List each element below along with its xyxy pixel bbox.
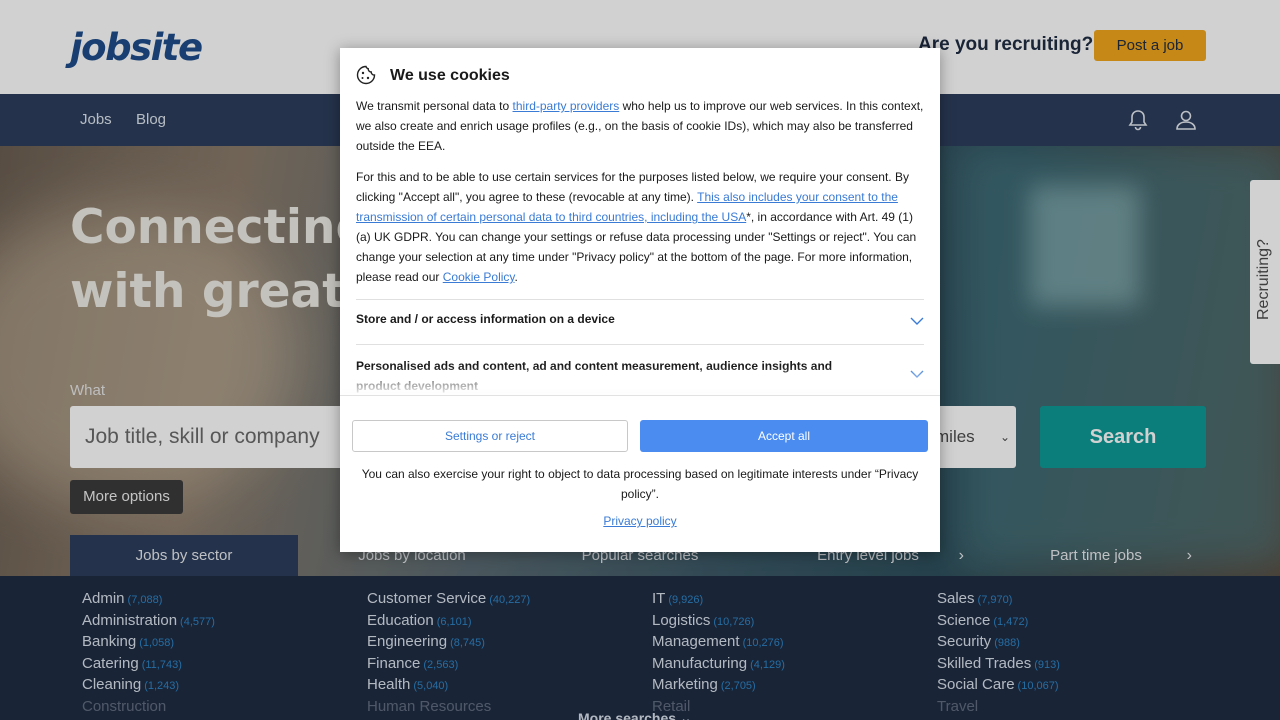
chevron-down-icon <box>910 317 924 325</box>
scroll-fade <box>340 366 940 396</box>
cookie-dialog-title: We use cookies <box>390 67 510 84</box>
cookie-paragraph: We transmit personal data to third-party… <box>356 96 924 156</box>
third-party-providers-link[interactable]: third-party providers <box>513 99 620 113</box>
cookie-text: . <box>514 270 518 284</box>
dialog-divider <box>340 395 940 396</box>
cookie-paragraph: For this and to be able to use certain s… <box>356 167 924 287</box>
privacy-policy-link[interactable]: Privacy policy <box>340 514 940 528</box>
cookie-icon <box>356 65 376 85</box>
object-notice: You can also exercise your right to obje… <box>361 467 919 501</box>
consent-section-store-access[interactable]: Store and / or access information on a d… <box>356 299 924 344</box>
accept-all-button[interactable]: Accept all <box>640 420 928 452</box>
cookie-text: We transmit personal data to <box>356 99 513 113</box>
settings-or-reject-button[interactable]: Settings or reject <box>352 420 628 452</box>
consent-section-label: Store and / or access information on a d… <box>356 312 615 326</box>
cookie-dialog-body: We transmit personal data to third-party… <box>356 96 924 298</box>
cookie-policy-link[interactable]: Cookie Policy <box>443 270 515 284</box>
cookie-consent-dialog: We use cookies We transmit personal data… <box>340 48 940 552</box>
